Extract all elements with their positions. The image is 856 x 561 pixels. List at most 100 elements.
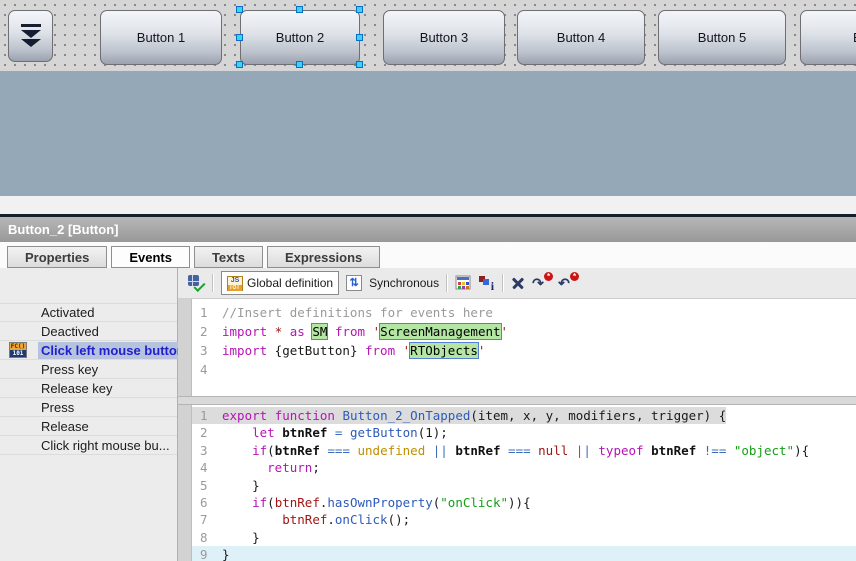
javascript-icon: JSIOI [227,276,243,291]
selection-handle[interactable] [236,34,243,41]
code-line[interactable]: 6 if(btnRef.hasOwnProperty("onClick")){ [192,494,856,511]
line-number: 2 [192,424,222,441]
screen-button[interactable]: Button 1 [100,10,222,65]
line-number: 2 [192,322,222,341]
event-list-item[interactable]: Release key [0,379,177,398]
selection-handle[interactable] [236,6,243,13]
toolbar-separator [502,274,504,292]
screen-button-label: Button 5 [698,30,746,45]
screen-button[interactable]: Button 2 [240,10,360,65]
synchronous-icon[interactable]: ⇅ [346,275,362,291]
global-definition-editor[interactable]: 1//Insert definitions for events here2im… [178,299,856,396]
screen-button[interactable]: Button 4 [517,10,645,65]
event-list-panel: Activated DeactivedFC()101Click left mous… [0,268,178,561]
selection-handle[interactable] [356,61,363,68]
script-toolbar: JSIOI Global definition ⇅ Synchronous [178,268,856,299]
code-line[interactable]: 4 [192,360,856,379]
screen-button-label: Button 1 [137,30,185,45]
line-number: 9 [192,546,222,561]
event-list-item[interactable]: Press key [0,360,177,379]
inspector-body: ActivatedDeactivedFC()101Click left mous… [0,268,856,561]
inspector-tabbar: PropertiesEventsTextsExpressions [0,242,856,268]
code-line[interactable]: 2import * as SM from 'ScreenManagement' [192,322,856,341]
event-list-label: Deactived [38,323,102,340]
event-list-label: Press [38,399,77,416]
selection-handle[interactable] [356,34,363,41]
object-info-icon[interactable]: i [479,275,495,292]
toolbar-separator [446,274,448,292]
code-line[interactable]: 8 } [192,529,856,546]
screen-button[interactable]: Button 3 [383,10,505,65]
editor-gutter [178,405,192,561]
event-list-item[interactable]: Activated [0,303,177,322]
script-area: JSIOI Global definition ⇅ Synchronous [178,268,856,561]
redo-error-icon[interactable]: ↷* [532,275,551,292]
code-line[interactable]: 2 let btnRef = getButton(1); [192,424,856,441]
synchronous-label: Synchronous [369,276,439,290]
event-list-item[interactable]: Click right mouse bu... [0,436,177,455]
tab-texts[interactable]: Texts [194,246,263,268]
event-list-label: Release key [38,380,116,397]
line-number: 3 [192,341,222,360]
event-list-item[interactable]: Deactived [0,322,177,341]
code-text: //Insert definitions for events here [222,303,493,322]
code-text: return; [222,459,320,476]
selection-handle[interactable] [296,6,303,13]
code-text: btnRef.onClick(); [222,511,410,528]
event-list-label: Press key [38,361,101,378]
event-list-item[interactable]: Release [0,417,177,436]
code-line[interactable]: 3import {getButton} from 'RTObjects' [192,341,856,360]
validate-script-icon[interactable] [187,274,205,292]
editor-background [0,196,856,214]
selection-handle[interactable] [296,61,303,68]
line-number: 6 [192,494,222,511]
code-text: } [222,477,260,494]
editor-gutter [178,299,192,396]
code-line[interactable]: 1//Insert definitions for events here [192,303,856,322]
global-definition-label: Global definition [247,276,333,290]
event-script-editor[interactable]: 1export function Button_2_OnTapped(item,… [178,405,856,561]
line-number: 1 [192,303,222,322]
line-number: 8 [192,529,222,546]
code-line[interactable]: 9} [192,546,856,561]
event-list-label: Click left mouse button [38,342,188,359]
screen-button-label: Button 2 [276,30,324,45]
selection-handle[interactable] [236,61,243,68]
screen-button[interactable]: Button 5 [658,10,786,65]
screen-button-strip: Button 1 Button 2 Button 3 Button 4 Button 5… [0,0,856,71]
line-number: 4 [192,459,222,476]
global-definition-button[interactable]: JSIOI Global definition [221,271,339,295]
code-text: import * as SM from 'ScreenManagement' [222,322,508,341]
event-list-label: Release [38,418,92,435]
event-list-label: Activated [38,304,97,321]
code-text: let btnRef = getButton(1); [222,424,448,441]
code-line[interactable]: 3 if(btnRef === undefined || btnRef === … [192,442,856,459]
tab-events[interactable]: Events [111,246,190,268]
code-line[interactable]: 5 } [192,477,856,494]
collapse-button[interactable] [8,10,53,62]
selection-handle[interactable] [356,6,363,13]
snippet-grid-icon[interactable] [455,275,472,291]
event-list-label: Click right mouse bu... [38,437,173,454]
event-list-item[interactable]: Press [0,398,177,417]
code-line[interactable]: 7 btnRef.onClick(); [192,511,856,528]
code-line[interactable]: 4 return; [192,459,856,476]
screen-button-label: Button 4 [557,30,605,45]
toolbar-separator [212,274,214,292]
line-number: 4 [192,360,222,379]
editor-splitter[interactable] [178,396,856,405]
inspector-titlebar: Button_2 [Button] [0,214,856,242]
undo-error-icon[interactable]: ↶* [558,275,577,292]
screen-button[interactable]: Bu [800,10,856,65]
delete-icon[interactable] [511,276,525,290]
tab-properties[interactable]: Properties [7,246,107,268]
tab-expressions[interactable]: Expressions [267,246,380,268]
screen-canvas[interactable] [0,71,856,196]
code-text: import {getButton} from 'RTObjects' [222,341,485,360]
event-list-item[interactable]: FC()101Click left mouse button [0,341,177,360]
code-text: } [222,546,230,561]
code-line[interactable]: 1export function Button_2_OnTapped(item,… [192,407,856,424]
line-number: 5 [192,477,222,494]
function-icon: FC()101 [9,342,27,358]
inspector-title: Button_2 [Button] [0,222,118,237]
